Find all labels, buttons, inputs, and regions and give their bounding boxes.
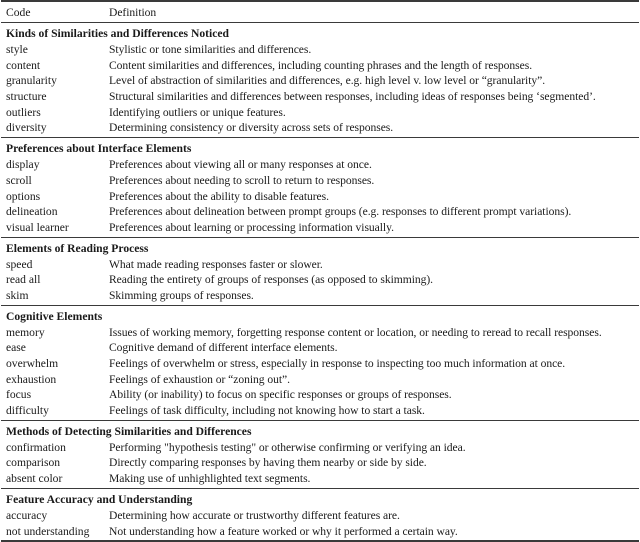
code-cell: visual learner [6, 220, 69, 234]
code-cell: memory [6, 325, 45, 339]
definition-cell: Feelings of exhaustion or “zoning out”. [109, 372, 290, 386]
table-row: not understanding Not understanding how a… [1, 524, 639, 540]
section-title: Preferences about Interface Elements [6, 142, 192, 156]
definition-cell: What made reading responses faster or sl… [109, 257, 323, 271]
definition-cell: Issues of working memory, forgetting res… [109, 325, 602, 339]
code-cell: absent color [6, 472, 63, 486]
table-header: Code Definition [1, 2, 639, 23]
definition-cell: Identifying outliers or unique features. [109, 105, 286, 119]
definition-cell: Feelings of task difficulty, including n… [109, 404, 425, 418]
table-row: accuracy Determining how accurate or trus… [1, 508, 639, 524]
table-section: Methods of Detecting Similarities and Di… [1, 421, 639, 489]
section-title: Cognitive Elements [6, 309, 103, 323]
definition-cell: Structural similarities and differences … [109, 90, 596, 104]
table-section: Kinds of Similarities and Differences No… [1, 23, 639, 139]
code-cell: skim [6, 288, 29, 302]
definition-cell: Directly comparing responses by having t… [109, 456, 427, 470]
table-row: confirmation Performing "hypothesis testi… [1, 440, 639, 456]
definition-cell: Preferences about delineation between pr… [109, 205, 572, 219]
table-row: ease Cognitive demand of different interf… [1, 340, 639, 356]
codebook-table: Code Definition Kinds of Similarities an… [1, 0, 639, 542]
code-cell: structure [6, 90, 47, 104]
table-row: skim Skimming groups of responses. [1, 288, 639, 304]
table-row: speed What made reading responses faster … [1, 257, 639, 273]
code-cell: scroll [6, 173, 32, 187]
table-row: style Stylistic or tone similarities and … [1, 42, 639, 58]
table-section: Elements of Reading Process speed What mad… [1, 238, 639, 306]
definition-cell: Preferences about learning or processing… [109, 220, 394, 234]
header-definition: Definition [109, 5, 157, 19]
code-cell: style [6, 43, 28, 56]
header-code: Code [6, 5, 31, 19]
definition-cell: Determining how accurate or trustworthy … [109, 508, 400, 522]
table-section: Feature Accuracy and Understanding accura… [1, 489, 639, 540]
table-section: Preferences about Interface Elements disp… [1, 138, 639, 238]
table-row: focus Ability (or inability) to focus on … [1, 387, 639, 403]
table-row: absent color Making use of unhighlighted … [1, 471, 639, 487]
table-row: visual learner Preferences about learning… [1, 220, 639, 236]
definition-cell: Performing "hypothesis testing" or other… [109, 440, 466, 454]
table-row: diversity Determining consistency or dive… [1, 120, 639, 136]
code-cell: not understanding [6, 524, 90, 538]
table-row: overwhelm Feelings of overwhelm or stress… [1, 356, 639, 372]
code-cell: ease [6, 341, 26, 355]
definition-cell: Not understanding how a feature worked o… [109, 524, 458, 538]
table-row: outliers Identifying outliers or unique f… [1, 105, 639, 121]
section-title: Methods of Detecting Similarities and Di… [6, 424, 252, 438]
definition-cell: Content similarities and differences, in… [109, 58, 533, 72]
code-cell: diversity [6, 121, 47, 135]
code-cell: focus [6, 388, 32, 402]
table-row: comparison Directly comparing responses b… [1, 455, 639, 471]
table-row: granularity Level of abstraction of simil… [1, 73, 639, 89]
code-cell: content [6, 58, 41, 72]
code-cell: granularity [6, 74, 57, 88]
code-cell: display [6, 158, 40, 172]
code-cell: comparison [6, 456, 61, 470]
table-row: memory Issues of working memory, forgetti… [1, 325, 639, 341]
table-row: scroll Preferences about needing to scrol… [1, 173, 639, 189]
definition-cell: Preferences about viewing all or many re… [109, 158, 372, 172]
code-cell: overwhelm [6, 357, 59, 370]
code-cell: outliers [6, 105, 41, 119]
definition-cell: Cognitive demand of different interface … [109, 341, 338, 355]
section-title: Kinds of Similarities and Differences No… [6, 27, 229, 40]
code-cell: accuracy [6, 508, 48, 522]
code-cell: difficulty [6, 404, 49, 418]
table-section: Cognitive Elements memory Issues of workin… [1, 306, 639, 421]
definition-cell: Ability (or inability) to focus on speci… [109, 388, 452, 402]
table-row: options Preferences about the ability to … [1, 189, 639, 205]
definition-cell: Reading the entirety of groups of respon… [109, 273, 434, 287]
code-cell: options [6, 189, 41, 203]
code-cell: exhaustion [6, 372, 57, 386]
section-title: Elements of Reading Process [6, 241, 149, 255]
code-cell: confirmation [6, 440, 66, 454]
definition-cell: Preferences about needing to scroll to r… [109, 173, 375, 187]
definition-cell: Stylistic or tone similarities and diffe… [109, 43, 312, 56]
code-cell: delineation [6, 205, 58, 219]
section-title: Feature Accuracy and Understanding [6, 492, 193, 506]
definition-cell: Preferences about the ability to disable… [109, 189, 329, 203]
table-row: content Content similarities and differen… [1, 58, 639, 74]
definition-cell: Making use of unhighlighted text segment… [109, 472, 311, 486]
table-row: read all Reading the entirety of groups o… [1, 272, 639, 288]
definition-cell: Feelings of overwhelm or stress, especia… [109, 357, 566, 370]
table-row: delineation Preferences about delineation… [1, 204, 639, 220]
code-cell: read all [6, 273, 41, 287]
definition-cell: Skimming groups of responses. [109, 288, 254, 302]
table-body: Kinds of Similarities and Differences No… [1, 23, 639, 540]
definition-cell: Level of abstraction of similarities and… [109, 74, 546, 88]
table-row: display Preferences about viewing all or … [1, 157, 639, 173]
table-row: structure Structural similarities and dif… [1, 89, 639, 105]
code-cell: speed [6, 257, 33, 271]
table-row: exhaustion Feelings of exhaustion or “zon… [1, 372, 639, 388]
table-row: difficulty Feelings of task difficulty, i… [1, 403, 639, 419]
definition-cell: Determining consistency or diversity acr… [109, 121, 394, 135]
